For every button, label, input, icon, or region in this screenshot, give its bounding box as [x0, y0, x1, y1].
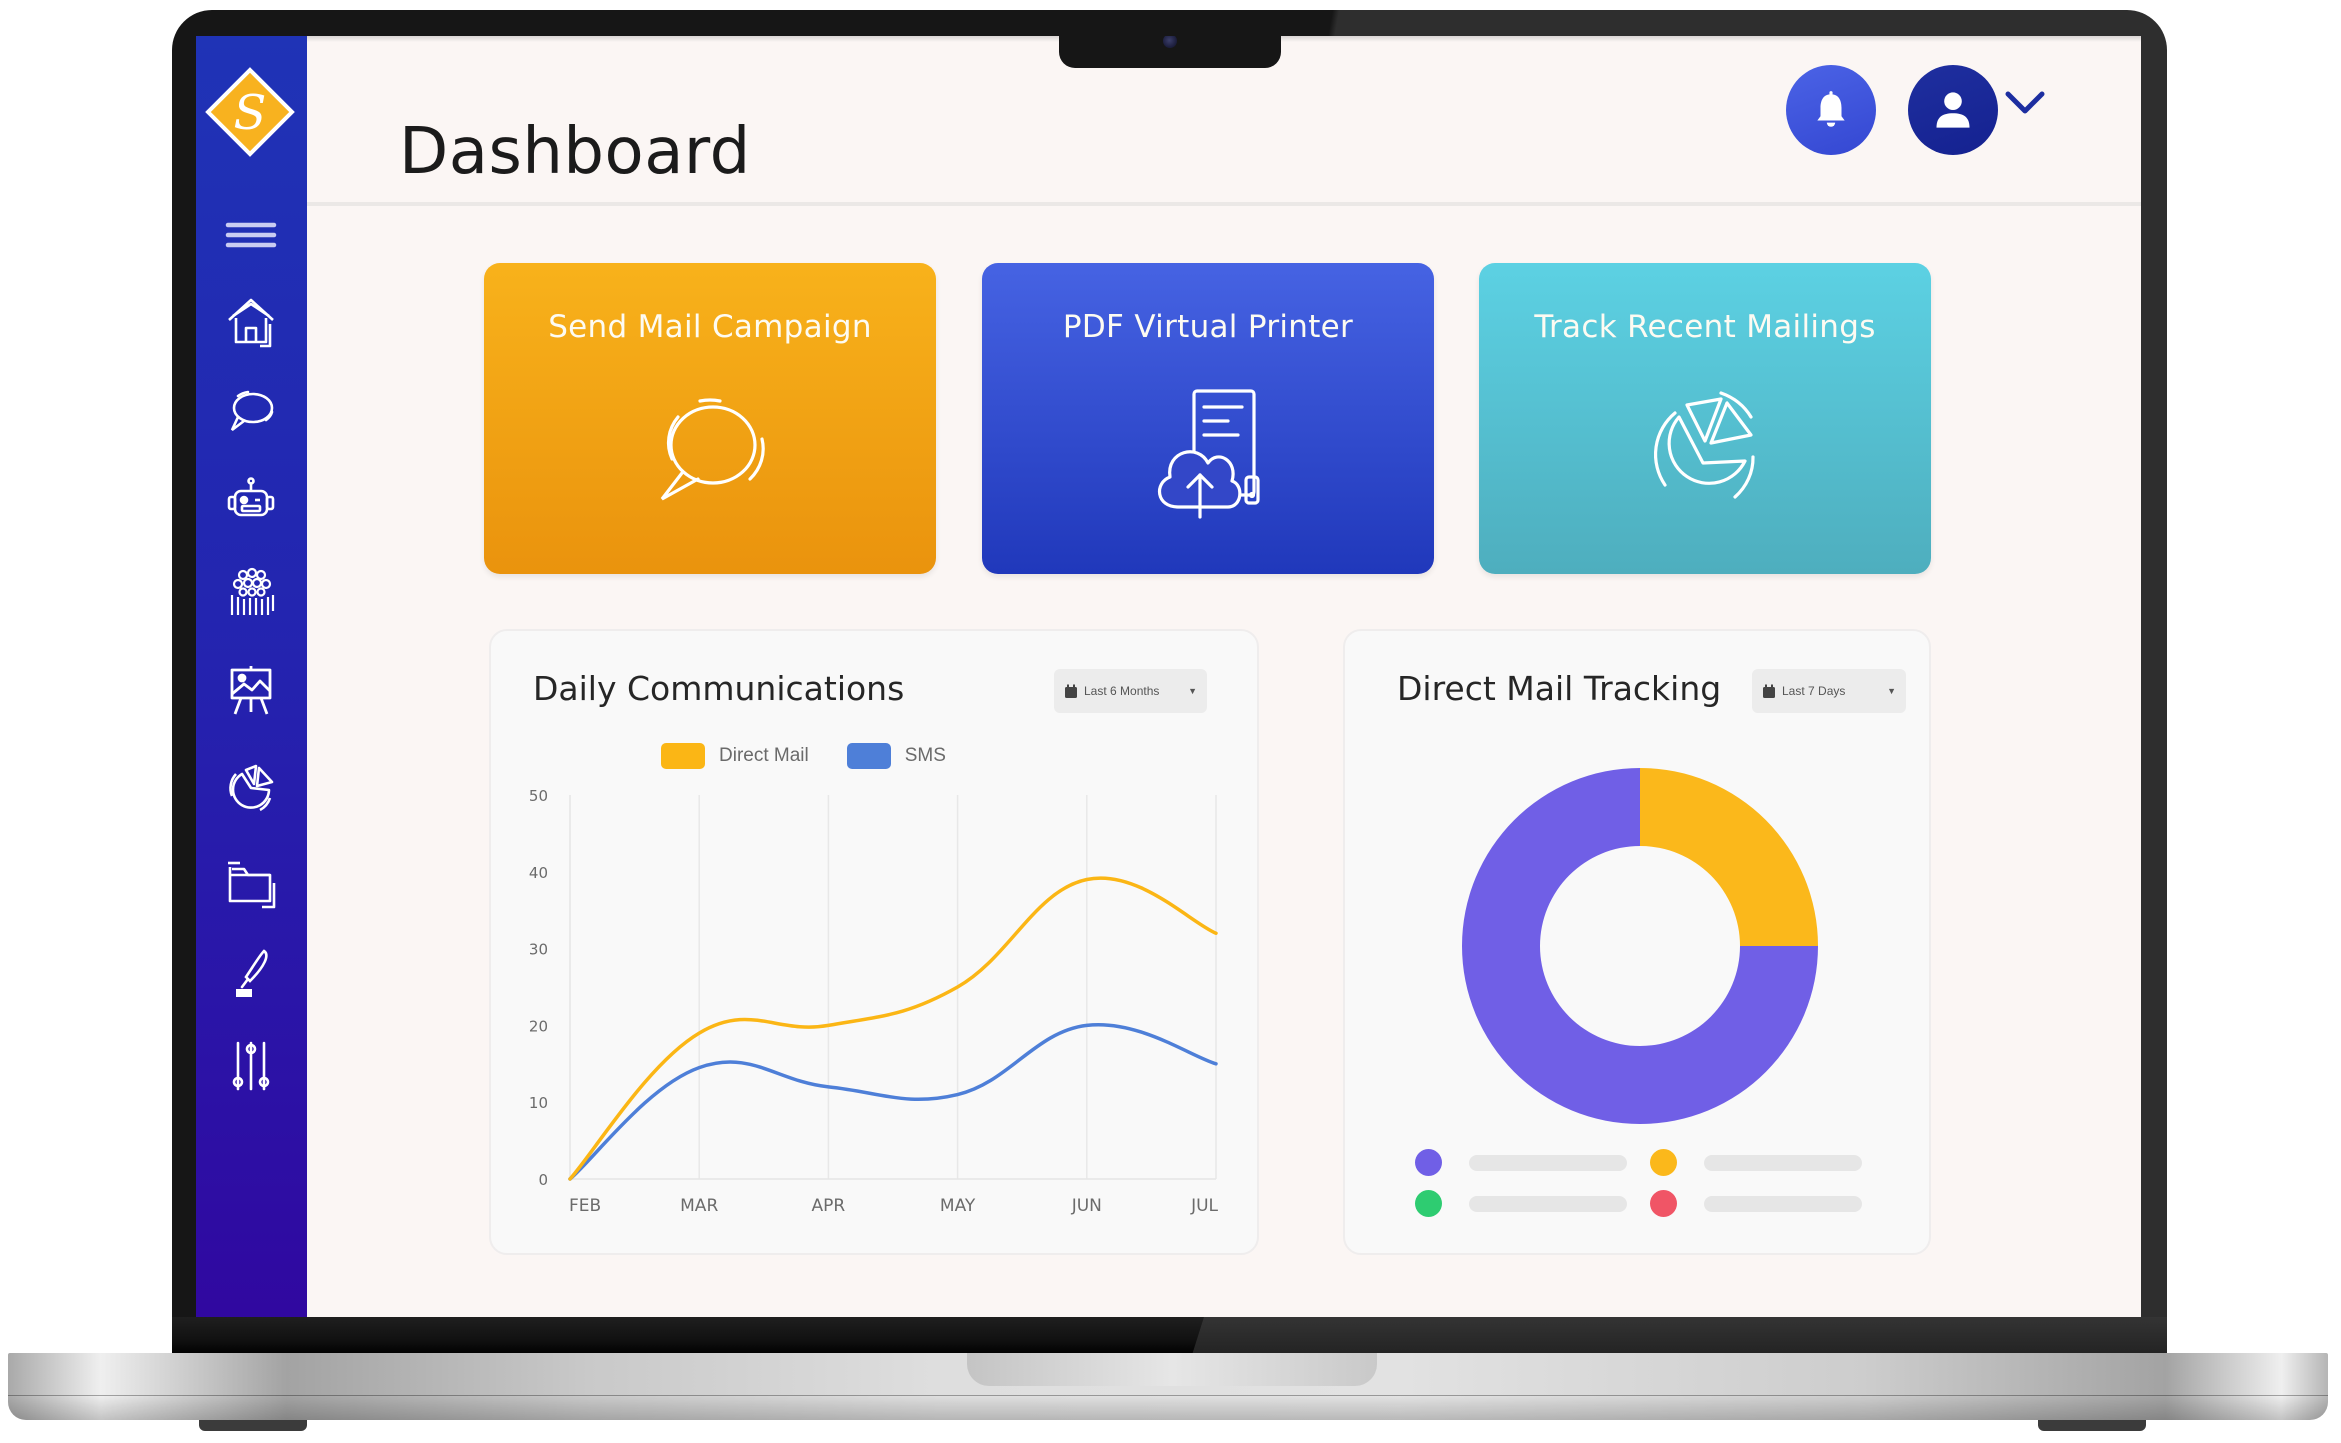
sidebar: S: [196, 36, 307, 1317]
app-logo[interactable]: S: [204, 66, 296, 158]
pie-chart-icon: [1653, 391, 1755, 499]
panel-title: Direct Mail Tracking: [1397, 669, 1722, 708]
laptop-foot-right: [2038, 1420, 2146, 1431]
folder-icon: [228, 861, 276, 909]
donut-legend-item: [1415, 1190, 1627, 1217]
bell-icon: [1817, 91, 1845, 127]
sidebar-item-home[interactable]: [220, 293, 282, 349]
laptop-foot-left: [199, 1420, 307, 1431]
donut-legend-item: [1415, 1149, 1627, 1176]
laptop-opening-groove: [967, 1353, 1377, 1386]
legend-dot: [1650, 1149, 1677, 1176]
y-tick-label: 10: [529, 1094, 548, 1112]
series-line-sms: [568, 1022, 1218, 1181]
home-icon: [228, 298, 274, 348]
x-tick-label: FEB: [569, 1196, 601, 1216]
donut-chart: [1462, 768, 1818, 1124]
line-chart: 0 10 20 30 40 50 FEB MAR APR MAY JUN JUL: [529, 787, 1219, 1216]
sidebar-item-contacts[interactable]: [220, 564, 282, 620]
series-line-direct-mail: [568, 876, 1218, 1181]
direct-mail-tracking-panel: Direct Mail Tracking Last 7 Days ▼: [1343, 629, 1931, 1255]
x-tick-label: MAR: [680, 1196, 718, 1216]
sidebar-item-files[interactable]: [220, 854, 282, 910]
legend-label-placeholder: [1469, 1154, 1627, 1171]
laptop-chin: [172, 1317, 2167, 1355]
card-label: Send Mail Campaign: [548, 309, 872, 345]
notifications-button[interactable]: [1786, 65, 1876, 155]
chat-bubble-icon: [230, 390, 274, 432]
sidebar-item-messages[interactable]: [220, 383, 282, 439]
range-dropdown[interactable]: Last 7 Days ▼: [1752, 669, 1906, 713]
chevron-down-icon[interactable]: [2004, 88, 2046, 118]
robot-icon: [227, 477, 275, 517]
caret-down-icon: ▼: [1887, 686, 1896, 696]
page-title: Dashboard: [399, 114, 751, 189]
y-tick-label: 50: [529, 787, 548, 805]
track-recent-mailings-card[interactable]: Track Recent Mailings: [1479, 263, 1931, 574]
range-label: Last 7 Days: [1782, 684, 1846, 698]
donut-slice: [1640, 768, 1818, 946]
header-divider: [307, 202, 2141, 206]
y-tick-label: 40: [529, 864, 548, 882]
chat-bubble-icon: [660, 398, 765, 501]
y-tick-label: 0: [538, 1171, 548, 1189]
legend-dot: [1415, 1190, 1442, 1217]
donut-legend-item: [1650, 1190, 1862, 1217]
sidebar-item-signature[interactable]: [220, 946, 282, 1002]
x-tick-label: MAY: [940, 1196, 976, 1216]
sidebar-item-settings[interactable]: [220, 1038, 282, 1094]
x-tick-label: JUN: [1071, 1196, 1102, 1216]
sidebar-item-automation[interactable]: [220, 472, 282, 528]
pie-chart-icon: [229, 764, 274, 812]
y-tick-label: 20: [529, 1017, 548, 1035]
hamburger-icon: [225, 222, 277, 248]
people-group-icon: [230, 567, 275, 615]
easel-image-icon: [230, 666, 272, 715]
quill-pen-icon: [236, 949, 268, 997]
legend-label-placeholder: [1704, 1154, 1862, 1171]
camera-icon: [1163, 36, 1177, 48]
legend-label-placeholder: [1469, 1195, 1627, 1212]
donut-legend-item: [1650, 1149, 1862, 1176]
screen: S Dashboard Send Mail Campaign PDF Virtu…: [196, 36, 2141, 1317]
card-label: Track Recent Mailings: [1534, 309, 1876, 345]
legend-dot: [1415, 1149, 1442, 1176]
sidebar-item-designs[interactable]: [220, 662, 282, 718]
camera-notch: [1059, 36, 1281, 68]
cloud-upload-document-icon: [1158, 389, 1260, 519]
legend-label-placeholder: [1704, 1195, 1862, 1212]
sidebar-item-reports[interactable]: [220, 759, 282, 815]
logo-diamond-icon: S: [205, 67, 295, 157]
logo-letter: S: [234, 85, 267, 141]
daily-communications-panel: Daily Communications Last 6 Months ▼ Dir…: [489, 629, 1259, 1255]
pdf-virtual-printer-card[interactable]: PDF Virtual Printer: [982, 263, 1434, 574]
legend-dot: [1650, 1190, 1677, 1217]
x-tick-label: JUL: [1190, 1196, 1218, 1216]
user-icon: [1936, 92, 1970, 128]
user-avatar-button[interactable]: [1908, 65, 1998, 155]
y-tick-label: 30: [529, 941, 548, 959]
sidebar-item-menu[interactable]: [220, 207, 282, 263]
card-label: PDF Virtual Printer: [1062, 309, 1354, 345]
send-mail-campaign-card[interactable]: Send Mail Campaign: [484, 263, 936, 574]
sliders-icon: [232, 1041, 270, 1091]
x-tick-label: APR: [812, 1196, 846, 1216]
calendar-icon: [1763, 684, 1775, 698]
